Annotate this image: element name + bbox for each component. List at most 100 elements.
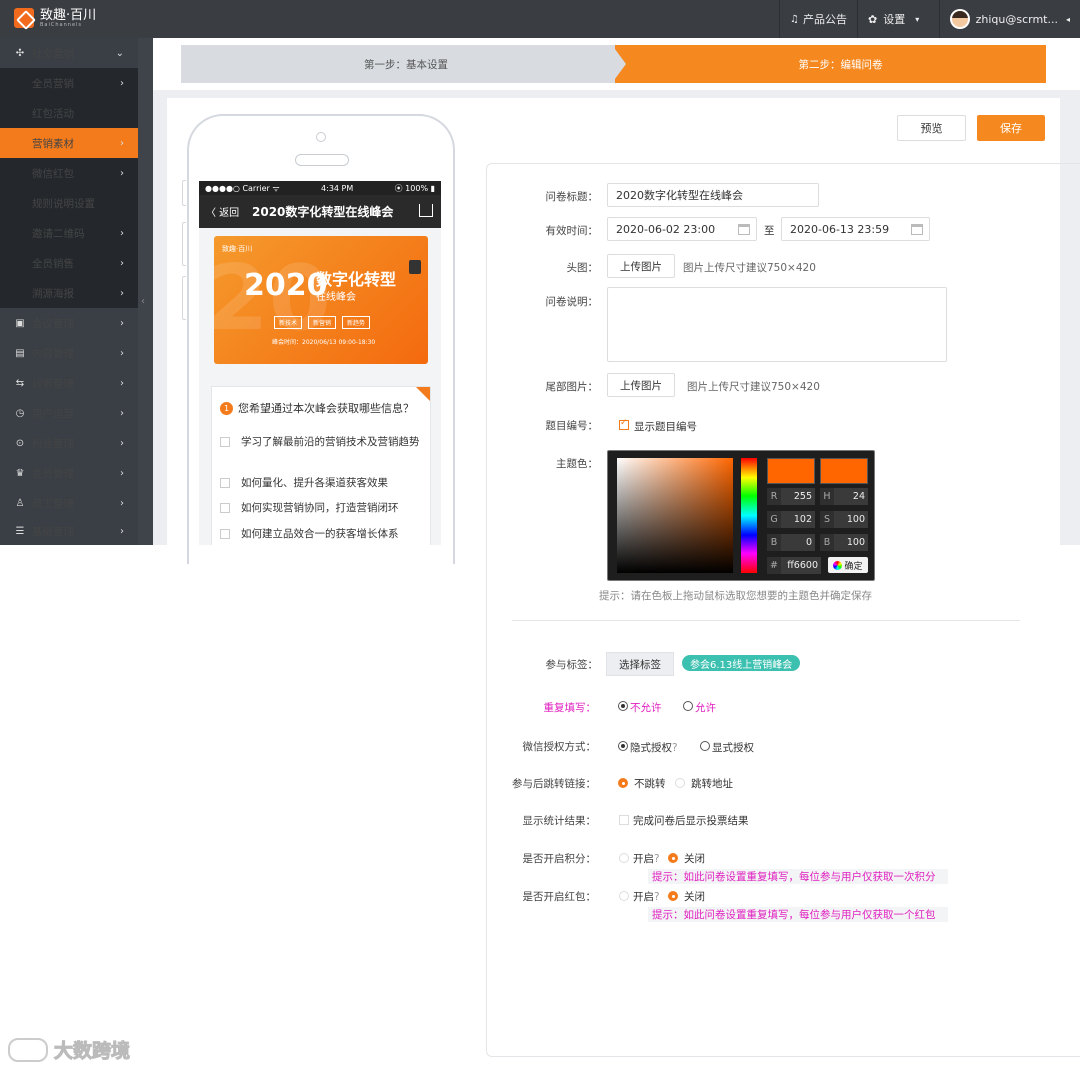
- redpack-off-radio[interactable]: [668, 891, 678, 901]
- show-stats-checkbox-label: 完成问卷后显示投票结果: [633, 815, 749, 827]
- step-edit-survey[interactable]: 第二步：编辑问卷: [615, 45, 1046, 83]
- sidebar-item-leads[interactable]: ⇆ 线索管理 ›: [0, 368, 138, 398]
- head-image-upload-button[interactable]: 上传图片: [607, 254, 675, 278]
- phone-camera: [316, 132, 326, 142]
- saturation-field[interactable]: S 100: [820, 511, 868, 528]
- repeat-disallow-radio[interactable]: [618, 701, 628, 711]
- sidebar-item-base[interactable]: ☰ 基础管理 ›: [0, 518, 138, 545]
- tail-image-upload-button[interactable]: 上传图片: [607, 373, 675, 397]
- saturation-value: 100: [834, 511, 868, 528]
- repeat-allow-radio[interactable]: [683, 701, 693, 711]
- sidebar-item-user-ops[interactable]: ◷ 用户运营 ›: [0, 398, 138, 428]
- no-redirect-radio[interactable]: [618, 778, 628, 788]
- sidebar-collapse-handle[interactable]: ‹: [138, 38, 153, 545]
- help-icon[interactable]: ?: [672, 742, 678, 754]
- share-icon[interactable]: [419, 204, 433, 217]
- question-option[interactable]: 学习了解最前沿的营销技术及营销趋势: [220, 434, 425, 450]
- sidebar-item-staff[interactable]: ♙ 员工管理 ›: [0, 488, 138, 518]
- points-off-label: 关闭: [684, 853, 705, 865]
- calendar-icon[interactable]: [738, 224, 750, 235]
- numbering-checkbox[interactable]: [619, 418, 629, 430]
- green-field[interactable]: G 102: [767, 511, 815, 528]
- sidebar-item-label: 线索管理: [32, 377, 74, 390]
- sidebar-item-label: 邀请二维码: [32, 227, 85, 240]
- user-menu[interactable]: zhiqu@scrmt... ◂: [939, 0, 1080, 38]
- help-icon[interactable]: ?: [654, 853, 660, 865]
- start-time-input[interactable]: 2020-06-02 23:00: [607, 217, 757, 241]
- trash-icon[interactable]: [409, 260, 421, 274]
- points-on-label: 开启?: [633, 853, 660, 865]
- watermark-text: 大数跨境: [53, 1040, 131, 1063]
- sidebar-item-meetings[interactable]: ▣ 会议管理 ›: [0, 308, 138, 338]
- hue-slider[interactable]: [741, 458, 757, 573]
- sidebar-item-content[interactable]: ▤ 内容管理 ›: [0, 338, 138, 368]
- option-checkbox[interactable]: [220, 437, 230, 447]
- sidebar-item-trace-poster[interactable]: 溯源海报 ›: [0, 278, 138, 308]
- brand-logo[interactable]: 致趣·百川 BaiChannels: [14, 8, 96, 28]
- user-ops-icon: ◷: [15, 407, 25, 419]
- redirect-label: 参与后跳转链接：: [512, 778, 596, 790]
- banner-title: 数字化转型: [316, 270, 397, 289]
- points-on-radio[interactable]: [619, 853, 629, 863]
- description-textarea[interactable]: [607, 287, 947, 362]
- no-redirect-label: 不跳转: [634, 778, 666, 790]
- redpack-tip: 提示：如此问卷设置重复填写，每位参与用户仅获取一个红包: [648, 907, 948, 922]
- sidebar-item-social-marketing[interactable]: ✣ 社交营销 ⌄: [0, 38, 138, 68]
- saturation-value-pad[interactable]: [617, 458, 733, 573]
- share-icon: ✣: [15, 47, 25, 59]
- sidebar-item-label: 社交营销: [32, 47, 74, 60]
- blue-field[interactable]: B0: [767, 534, 815, 551]
- sidebar-item-all-staff-marketing[interactable]: 全员营销 ›: [0, 68, 138, 98]
- auth-implicit-radio[interactable]: [618, 741, 628, 751]
- sidebar-item-marketing-materials[interactable]: 营销素材 ›: [0, 128, 138, 158]
- show-stats-checkbox[interactable]: [619, 815, 629, 825]
- color-picker: R 255 H 24 G 102 S 100 B0 B 100 # ff6600 确定: [607, 450, 875, 581]
- save-button[interactable]: 保存: [977, 115, 1045, 141]
- question-card[interactable]: 1 您希望通过本次峰会获取哪些信息？ 学习了解最前沿的营销技术及营销趋势 如何量…: [211, 386, 431, 545]
- tag-badge[interactable]: 参会6.13线上营销峰会: [682, 655, 801, 671]
- redirect-url-label: 跳转地址: [691, 778, 733, 790]
- edit-corner-icon[interactable]: [416, 387, 430, 401]
- staff-icon: ♙: [15, 497, 25, 509]
- chevron-right-icon: ›: [120, 167, 124, 179]
- current-color-swatch: [767, 458, 815, 484]
- back-button[interactable]: 〈 返回: [206, 204, 239, 219]
- hue-field[interactable]: H 24: [820, 488, 868, 505]
- red-field[interactable]: R 255: [767, 488, 815, 505]
- redpack-on-radio[interactable]: [619, 891, 629, 901]
- theme-color-hint: 提示：请在色板上拖动鼠标选取您想要的主题色并确定保存: [599, 590, 872, 602]
- picker-confirm-button[interactable]: 确定: [828, 557, 868, 573]
- help-icon[interactable]: ?: [654, 891, 660, 903]
- option-checkbox[interactable]: [220, 478, 230, 488]
- step-basic-settings[interactable]: 第一步：基本设置: [181, 45, 631, 83]
- sidebar-item-wechat-red-packet[interactable]: 微信红包 ›: [0, 158, 138, 188]
- sidebar-item-rules-settings[interactable]: 规则说明设置: [0, 188, 138, 218]
- question-option[interactable]: 如何实现营销协同，打造营销闭环: [220, 500, 425, 516]
- sidebar-item-fans[interactable]: ⊙ 粉丝管理 ›: [0, 428, 138, 458]
- end-time-input[interactable]: 2020-06-13 23:59: [781, 217, 930, 241]
- brightness-field[interactable]: B 100: [820, 534, 868, 551]
- sidebar-item-members[interactable]: ♛ 会员管理 ›: [0, 458, 138, 488]
- sidebar-item-all-staff-sales[interactable]: 全员销售 ›: [0, 248, 138, 278]
- question-number: 1: [220, 401, 233, 415]
- sidebar-item-red-packet-activity[interactable]: 红包活动: [0, 98, 138, 128]
- settings-button[interactable]: ✿ 设置 ▾: [857, 0, 939, 38]
- question-option[interactable]: 如何量化、提升各渠道获客效果: [220, 475, 425, 491]
- sidebar-item-invite-qrcode[interactable]: 邀请二维码 ›: [0, 218, 138, 248]
- title-input[interactable]: 2020数字化转型在线峰会: [607, 183, 819, 207]
- option-checkbox[interactable]: [220, 503, 230, 513]
- redirect-url-radio[interactable]: [675, 778, 685, 788]
- banner-year: 2020: [244, 268, 328, 303]
- hex-field[interactable]: # ff6600: [767, 557, 821, 574]
- select-tags-button[interactable]: 选择标签: [606, 652, 674, 676]
- announce-button[interactable]: ♫ 产品公告: [779, 0, 857, 38]
- tail-image-hint: 图片上传尺寸建议750×420: [687, 381, 820, 393]
- question-option[interactable]: 如何建立品效合一的获客增长体系: [220, 526, 425, 542]
- option-checkbox[interactable]: [220, 529, 230, 539]
- calendar-icon[interactable]: [911, 224, 923, 235]
- preview-button[interactable]: 预览: [897, 115, 966, 141]
- question-title: 1 您希望通过本次峰会获取哪些信息？: [220, 400, 414, 416]
- points-off-radio[interactable]: [668, 853, 678, 863]
- end-time-value: 2020-06-13 23:59: [790, 222, 890, 236]
- auth-explicit-radio[interactable]: [700, 741, 710, 751]
